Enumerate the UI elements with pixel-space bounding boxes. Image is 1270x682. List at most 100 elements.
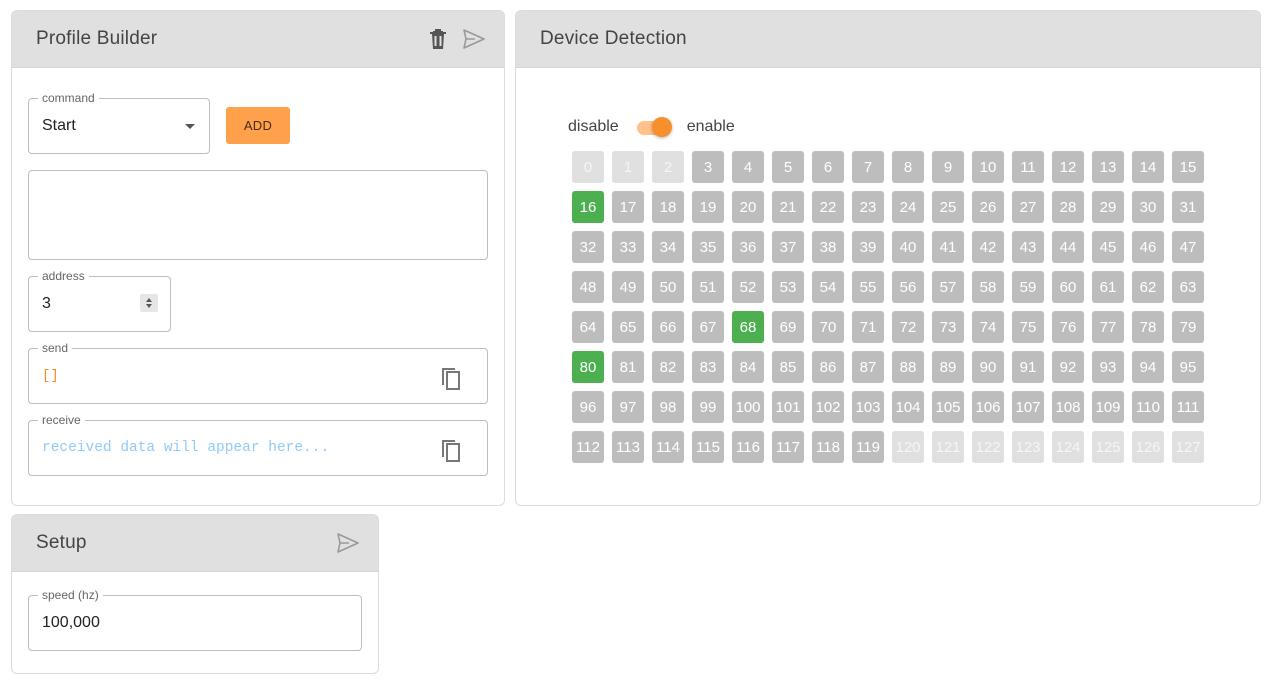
address-cell[interactable]: 125 bbox=[1092, 431, 1124, 463]
address-cell[interactable]: 99 bbox=[692, 391, 724, 423]
address-cell[interactable]: 12 bbox=[1052, 151, 1084, 183]
address-cell[interactable]: 47 bbox=[1172, 231, 1204, 263]
address-cell[interactable]: 67 bbox=[692, 311, 724, 343]
address-cell[interactable]: 49 bbox=[612, 271, 644, 303]
address-cell[interactable]: 62 bbox=[1132, 271, 1164, 303]
address-cell[interactable]: 93 bbox=[1092, 351, 1124, 383]
address-cell[interactable]: 77 bbox=[1092, 311, 1124, 343]
address-cell[interactable]: 119 bbox=[852, 431, 884, 463]
address-cell[interactable]: 85 bbox=[772, 351, 804, 383]
address-cell[interactable]: 61 bbox=[1092, 271, 1124, 303]
address-cell[interactable]: 52 bbox=[732, 271, 764, 303]
address-cell[interactable]: 40 bbox=[892, 231, 924, 263]
address-cell[interactable]: 42 bbox=[972, 231, 1004, 263]
address-cell[interactable]: 24 bbox=[892, 191, 924, 223]
address-cell[interactable]: 36 bbox=[732, 231, 764, 263]
address-cell[interactable]: 27 bbox=[1012, 191, 1044, 223]
address-cell[interactable]: 100 bbox=[732, 391, 764, 423]
address-cell[interactable]: 86 bbox=[812, 351, 844, 383]
address-cell[interactable]: 60 bbox=[1052, 271, 1084, 303]
address-cell[interactable]: 50 bbox=[652, 271, 684, 303]
address-cell[interactable]: 69 bbox=[772, 311, 804, 343]
address-cell[interactable]: 96 bbox=[572, 391, 604, 423]
address-cell[interactable]: 56 bbox=[892, 271, 924, 303]
address-cell[interactable]: 25 bbox=[932, 191, 964, 223]
address-cell[interactable]: 58 bbox=[972, 271, 1004, 303]
command-select[interactable]: command Start bbox=[28, 91, 210, 154]
address-cell[interactable]: 53 bbox=[772, 271, 804, 303]
address-cell[interactable]: 80 bbox=[572, 351, 604, 383]
address-cell[interactable]: 2 bbox=[652, 151, 684, 183]
address-cell[interactable]: 113 bbox=[612, 431, 644, 463]
address-cell[interactable]: 19 bbox=[692, 191, 724, 223]
address-cell[interactable]: 89 bbox=[932, 351, 964, 383]
address-cell[interactable]: 26 bbox=[972, 191, 1004, 223]
address-cell[interactable]: 66 bbox=[652, 311, 684, 343]
address-cell[interactable]: 107 bbox=[1012, 391, 1044, 423]
receive-field[interactable]: receive received data will appear here..… bbox=[28, 413, 488, 476]
address-cell[interactable]: 57 bbox=[932, 271, 964, 303]
address-cell[interactable]: 33 bbox=[612, 231, 644, 263]
address-cell[interactable]: 64 bbox=[572, 311, 604, 343]
address-cell[interactable]: 76 bbox=[1052, 311, 1084, 343]
address-cell[interactable]: 39 bbox=[852, 231, 884, 263]
send-field[interactable]: send [] bbox=[28, 341, 488, 404]
address-cell[interactable]: 114 bbox=[652, 431, 684, 463]
address-cell[interactable]: 84 bbox=[732, 351, 764, 383]
address-cell[interactable]: 83 bbox=[692, 351, 724, 383]
address-cell[interactable]: 94 bbox=[1132, 351, 1164, 383]
address-cell[interactable]: 32 bbox=[572, 231, 604, 263]
address-cell[interactable]: 110 bbox=[1132, 391, 1164, 423]
address-cell[interactable]: 68 bbox=[732, 311, 764, 343]
address-cell[interactable]: 4 bbox=[732, 151, 764, 183]
address-cell[interactable]: 115 bbox=[692, 431, 724, 463]
address-cell[interactable]: 43 bbox=[1012, 231, 1044, 263]
address-cell[interactable]: 98 bbox=[652, 391, 684, 423]
send-icon[interactable] bbox=[456, 21, 492, 57]
address-cell[interactable]: 1 bbox=[612, 151, 644, 183]
address-cell[interactable]: 46 bbox=[1132, 231, 1164, 263]
command-text-area[interactable] bbox=[28, 170, 488, 260]
address-cell[interactable]: 31 bbox=[1172, 191, 1204, 223]
address-cell[interactable]: 105 bbox=[932, 391, 964, 423]
address-stepper[interactable] bbox=[140, 294, 158, 312]
address-cell[interactable]: 108 bbox=[1052, 391, 1084, 423]
address-cell[interactable]: 10 bbox=[972, 151, 1004, 183]
address-cell[interactable]: 72 bbox=[892, 311, 924, 343]
address-cell[interactable]: 81 bbox=[612, 351, 644, 383]
address-cell[interactable]: 7 bbox=[852, 151, 884, 183]
address-cell[interactable]: 29 bbox=[1092, 191, 1124, 223]
address-cell[interactable]: 22 bbox=[812, 191, 844, 223]
address-cell[interactable]: 37 bbox=[772, 231, 804, 263]
address-cell[interactable]: 11 bbox=[1012, 151, 1044, 183]
address-cell[interactable]: 122 bbox=[972, 431, 1004, 463]
address-cell[interactable]: 18 bbox=[652, 191, 684, 223]
send-icon[interactable] bbox=[330, 525, 366, 561]
address-cell[interactable]: 45 bbox=[1092, 231, 1124, 263]
address-cell[interactable]: 44 bbox=[1052, 231, 1084, 263]
address-cell[interactable]: 109 bbox=[1092, 391, 1124, 423]
address-cell[interactable]: 20 bbox=[732, 191, 764, 223]
address-cell[interactable]: 118 bbox=[812, 431, 844, 463]
address-cell[interactable]: 17 bbox=[612, 191, 644, 223]
address-cell[interactable]: 121 bbox=[932, 431, 964, 463]
address-cell[interactable]: 71 bbox=[852, 311, 884, 343]
address-cell[interactable]: 73 bbox=[932, 311, 964, 343]
address-cell[interactable]: 79 bbox=[1172, 311, 1204, 343]
address-cell[interactable]: 88 bbox=[892, 351, 924, 383]
address-cell[interactable]: 127 bbox=[1172, 431, 1204, 463]
address-cell[interactable]: 97 bbox=[612, 391, 644, 423]
address-cell[interactable]: 6 bbox=[812, 151, 844, 183]
address-cell[interactable]: 63 bbox=[1172, 271, 1204, 303]
address-cell[interactable]: 5 bbox=[772, 151, 804, 183]
address-cell[interactable]: 87 bbox=[852, 351, 884, 383]
address-cell[interactable]: 55 bbox=[852, 271, 884, 303]
address-cell[interactable]: 23 bbox=[852, 191, 884, 223]
address-cell[interactable]: 74 bbox=[972, 311, 1004, 343]
address-cell[interactable]: 92 bbox=[1052, 351, 1084, 383]
address-cell[interactable]: 48 bbox=[572, 271, 604, 303]
add-button[interactable]: ADD bbox=[226, 107, 290, 144]
address-cell[interactable]: 54 bbox=[812, 271, 844, 303]
address-cell[interactable]: 111 bbox=[1172, 391, 1204, 423]
address-cell[interactable]: 124 bbox=[1052, 431, 1084, 463]
